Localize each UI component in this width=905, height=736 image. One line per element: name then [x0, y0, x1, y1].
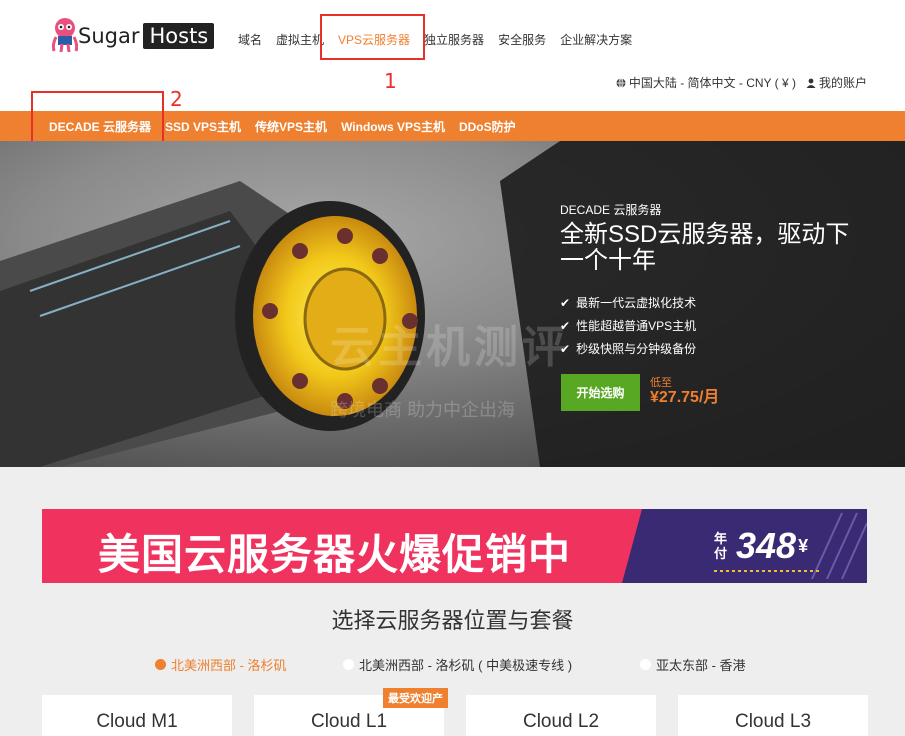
- logo-hosts-text: Hosts: [143, 23, 215, 49]
- callout-number-2: 2: [170, 87, 183, 111]
- feature-text: 秒级快照与分钟级备份: [576, 342, 697, 356]
- promo-price-unit: ¥: [798, 535, 809, 556]
- nav-dedicated-server[interactable]: 独立服务器: [424, 32, 484, 48]
- section-title: 选择云服务器位置与套餐: [331, 608, 574, 633]
- promo-price: 年付 348 ¥: [714, 525, 808, 567]
- main-nav: 域名 虚拟主机 VPS云服务器 独立服务器 安全服务 企业解决方案: [238, 32, 646, 48]
- feature-item: ✔ 秒级快照与分钟级备份: [560, 338, 860, 361]
- check-icon: ✔: [560, 342, 571, 356]
- account-link[interactable]: 我的账户: [806, 74, 867, 91]
- location-option-la-cn2[interactable]: 北美洲西部 - 洛杉矶 ( 中美极速专线 ): [343, 655, 572, 674]
- plan-card-m1[interactable]: Cloud M1: [42, 695, 232, 736]
- nav-enterprise[interactable]: 企业解决方案: [560, 32, 632, 48]
- utility-bar: 中国大陆 - 简体中文 - CNY ( ¥ ) 我的账户: [616, 74, 867, 91]
- hero-feature-list: ✔ 最新一代云虚拟化技术 ✔ 性能超越普通VPS主机 ✔ 秒级快照与分钟级备份: [560, 292, 860, 361]
- subnav-ddos[interactable]: DDoS防护: [459, 118, 516, 135]
- plan-name: Cloud L3: [734, 711, 812, 732]
- region-selector[interactable]: 中国大陆 - 简体中文 - CNY ( ¥ ): [616, 74, 796, 91]
- check-icon: ✔: [560, 296, 571, 310]
- nav-security[interactable]: 安全服务: [498, 32, 546, 48]
- plans-section: 美国云服务器火爆促销中 年付 348 ¥ 选择云服务器位置与套餐 北美洲西部 -…: [0, 467, 905, 736]
- subnav-legacy-vps[interactable]: 传统VPS主机: [255, 118, 327, 135]
- hero-subtitle: DECADE 云服务器: [560, 203, 662, 217]
- callout-box-1: [320, 14, 425, 60]
- promo-price-value: 348: [736, 525, 797, 566]
- plan-card-l3[interactable]: Cloud L3: [678, 695, 868, 736]
- plan-name: Cloud L2: [522, 711, 600, 732]
- promo-price-label: 年付: [714, 531, 728, 561]
- feature-item: ✔ 性能超越普通VPS主机: [560, 315, 860, 338]
- octopus-mascot-icon: [51, 18, 78, 53]
- start-shopping-button[interactable]: 开始选购: [561, 374, 640, 411]
- radio-selected-icon: [155, 659, 166, 670]
- plan-name: Cloud M1: [96, 711, 178, 732]
- radio-icon: [640, 659, 651, 670]
- subnav-ssd-vps[interactable]: SSD VPS主机: [165, 118, 241, 135]
- subnav-windows-vps[interactable]: Windows VPS主机: [341, 118, 445, 135]
- feature-text: 最新一代云虚拟化技术: [576, 296, 697, 310]
- feature-text: 性能超越普通VPS主机: [576, 319, 697, 333]
- price-low-label: 低至: [650, 377, 672, 389]
- check-icon: ✔: [560, 319, 571, 333]
- logo-sugar-text: Sugar: [78, 24, 140, 48]
- logo-wordmark: Sugar Hosts: [76, 23, 215, 49]
- plan-card-l1[interactable]: 最受欢迎产 Cloud L1: [254, 688, 448, 736]
- region-text: 中国大陆 - 简体中文 - CNY ( ¥ ): [628, 76, 796, 90]
- popular-badge: 最受欢迎产: [383, 688, 448, 708]
- feature-item: ✔ 最新一代云虚拟化技术: [560, 292, 860, 315]
- globe-icon: [616, 77, 626, 88]
- location-option-la[interactable]: 北美洲西部 - 洛杉矶: [155, 655, 287, 674]
- radio-icon: [343, 659, 354, 670]
- plan-card-l2[interactable]: Cloud L2: [466, 695, 656, 736]
- plan-name: Cloud L1: [310, 711, 388, 732]
- nav-virtual-hosting[interactable]: 虚拟主机: [276, 32, 324, 48]
- location-option-hk[interactable]: 亚太东部 - 香港: [640, 655, 746, 674]
- nav-domain[interactable]: 域名: [238, 32, 262, 48]
- location-label: 北美洲西部 - 洛杉矶: [171, 658, 287, 673]
- user-icon: [806, 78, 816, 88]
- callout-number-1: 1: [384, 69, 397, 93]
- sugarhosts-logo[interactable]: Sugar Hosts: [46, 17, 215, 55]
- price-amount: ¥27.75/月: [650, 389, 720, 406]
- hero-banner: 云主机测评 跨境电商 助力中企出海 DECADE 云服务器 全新SSD云服务器，…: [0, 141, 905, 467]
- watermark-subtext: 跨境电商 助力中企出海: [330, 400, 515, 420]
- promo-banner[interactable]: 美国云服务器火爆促销中 年付 348 ¥: [42, 509, 867, 583]
- hero-copy: DECADE 云服务器 全新SSD云服务器，驱动下一个十年 ✔ 最新一代云虚拟化技…: [560, 201, 860, 361]
- hero-title: 全新SSD云服务器，驱动下一个十年: [560, 221, 850, 274]
- location-label: 亚太东部 - 香港: [656, 658, 746, 673]
- account-text: 我的账户: [818, 76, 867, 90]
- promo-headline: 美国云服务器火爆促销中: [98, 531, 572, 578]
- location-label: 北美洲西部 - 洛杉矶 ( 中美极速专线 ): [359, 658, 573, 673]
- watermark-text: 云主机测评: [330, 323, 570, 372]
- hero-price: 低至 ¥27.75/月: [650, 377, 719, 407]
